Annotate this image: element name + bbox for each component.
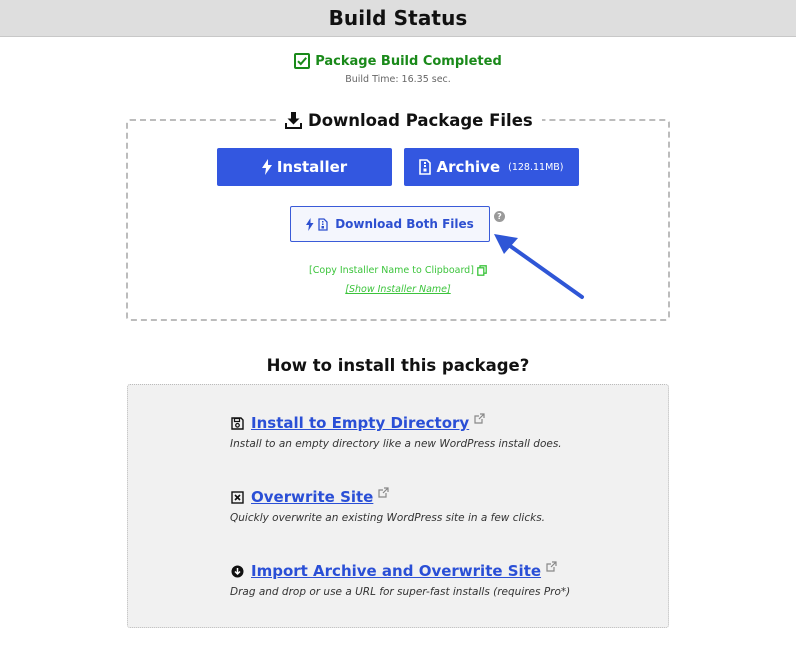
installer-button-label: Installer <box>276 158 348 176</box>
copy-installer-name-label: [Copy Installer Name to Clipboard] <box>309 265 474 276</box>
install-option: Overwrite Site Quickly overwrite an exis… <box>230 486 545 524</box>
build-status: Package Build Completed <box>0 51 796 71</box>
download-files-title: Download Package Files <box>308 110 533 130</box>
copy-installer-name-link[interactable]: [Copy Installer Name to Clipboard] <box>0 265 796 276</box>
circle-download-icon <box>230 564 244 578</box>
build-status-text: Package Build Completed <box>315 53 502 69</box>
show-installer-name-link[interactable]: [Show Installer Name] <box>0 284 796 295</box>
check-square-icon <box>294 53 311 69</box>
download-icon <box>285 111 302 129</box>
copy-icon <box>477 265 487 276</box>
page-title: Build Status <box>328 6 468 30</box>
help-icon[interactable]: ? <box>494 211 505 222</box>
import-archive-overwrite-link[interactable]: Import Archive and Overwrite Site <box>251 562 541 580</box>
archive-button[interactable]: Archive (128.11MB) <box>404 148 579 186</box>
download-both-label: Download Both Files <box>335 217 474 231</box>
file-archive-icon <box>419 159 432 175</box>
installer-button[interactable]: Installer <box>217 148 392 186</box>
archive-size: (128.11MB) <box>508 161 564 173</box>
download-both-button[interactable]: Download Both Files <box>290 206 490 242</box>
install-option-description: Drag and drop or use a URL for super-fas… <box>230 586 571 598</box>
page-header: Build Status <box>0 0 796 37</box>
install-option-description: Quickly overwrite an existing WordPress … <box>230 512 545 524</box>
install-empty-directory-link[interactable]: Install to Empty Directory <box>251 414 469 432</box>
install-option: Install to Empty Directory Install to an… <box>230 412 562 450</box>
archive-button-label: Archive <box>436 158 501 176</box>
overwrite-site-link[interactable]: Overwrite Site <box>251 488 373 506</box>
square-x-icon <box>230 490 244 504</box>
external-link-icon <box>378 486 389 498</box>
bolt-icon <box>261 159 272 175</box>
bolt-and-archive-icon <box>306 217 330 231</box>
external-link-icon <box>546 560 557 572</box>
download-files-legend: Download Package Files <box>276 107 542 133</box>
external-link-icon <box>474 412 485 424</box>
floppy-disk-icon <box>230 416 244 430</box>
install-section-title: How to install this package? <box>266 356 530 375</box>
install-option-description: Install to an empty directory like a new… <box>230 438 562 450</box>
install-option: Import Archive and Overwrite Site Drag a… <box>230 560 571 598</box>
build-time: Build Time: 16.35 sec. <box>345 74 451 85</box>
